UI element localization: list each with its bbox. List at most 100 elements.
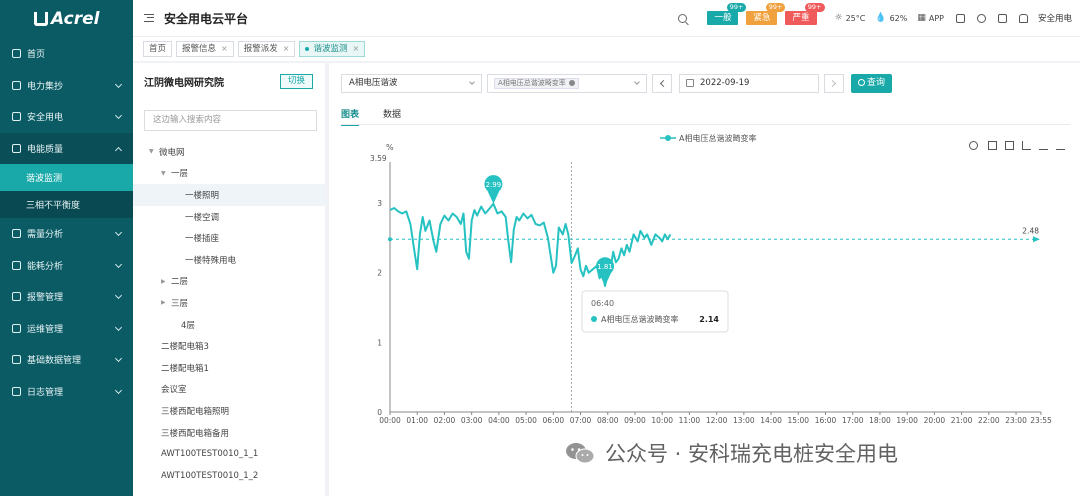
tree-node-label: 一层 <box>171 169 189 180</box>
sidebar-subitem-1[interactable]: 三相不平衡度 <box>0 191 133 218</box>
download-icon[interactable] <box>1056 141 1065 150</box>
app-root: Acrel 首页 电力集抄 安全用电 电能质量 谐波监测 三相不平衡度 需量分析 能耗分析 报警… <box>0 0 1080 496</box>
tree-node[interactable]: 一楼空调 <box>133 206 325 228</box>
zoom-reset-icon[interactable] <box>1005 141 1014 150</box>
sidebar-item-2[interactable]: 安全用电 <box>0 101 133 133</box>
sidebar-item-1[interactable]: 电力集抄 <box>0 70 133 102</box>
alarm-count: 99+ <box>726 3 747 12</box>
tree-node[interactable]: 三楼西配电箱备用 <box>133 422 325 444</box>
sidebar-item-7[interactable]: 运维管理 <box>0 313 133 345</box>
top-header: 安全用电云平台 一般 99+ 紧急 99+ 严重 99+ ☼ 25°C 💧 62% ▦ APP … <box>133 0 1080 36</box>
sidebar-item-6[interactable]: 报警管理 <box>0 281 133 313</box>
caret-down-icon[interactable]: ▼ <box>149 148 159 155</box>
tab-label: 报警派发 <box>243 44 278 54</box>
caret-down-icon[interactable]: ▼ <box>161 170 171 177</box>
sidebar-item-label: 安全用电 <box>27 113 64 124</box>
metric-chip[interactable]: A相电压总谐波畸变率 <box>494 78 579 89</box>
database-icon <box>12 355 21 365</box>
alarm-count: 99+ <box>765 3 786 12</box>
bar-chart-icon <box>12 260 21 270</box>
tree-node[interactable]: 三楼西配电箱照明 <box>133 400 325 422</box>
user-name[interactable]: 安全用电 <box>1038 12 1072 24</box>
alarm-label: 一般 <box>714 13 732 23</box>
sidebar-item-5[interactable]: 能耗分析 <box>0 250 133 282</box>
tree-node[interactable]: 会议室 <box>133 379 325 401</box>
tree-node[interactable]: AWT100TEST0010_1_1 <box>133 443 325 465</box>
chip-remove-icon[interactable] <box>568 80 575 86</box>
caret-right-icon[interactable]: ▶ <box>161 299 171 306</box>
bar-chart-icon[interactable] <box>1039 141 1048 150</box>
tree-search-input[interactable]: 这边输入搜索内容 <box>144 110 317 131</box>
tree-node[interactable]: 一楼照明 <box>133 184 325 206</box>
calendar-icon <box>686 79 694 87</box>
date-picker[interactable]: 2022-09-19 <box>679 74 819 93</box>
tree-node[interactable]: 4层 <box>133 314 325 336</box>
line-chart-icon[interactable] <box>1022 141 1031 150</box>
zoom-icon[interactable] <box>988 141 997 150</box>
chevron-down-icon <box>114 146 123 154</box>
tree-node[interactable]: ▼ 微电网 <box>133 141 325 163</box>
tree-node-label: 4层 <box>181 320 195 331</box>
tree-node[interactable]: ▶ 二层 <box>133 271 325 293</box>
tab-label: 谐波监测 <box>313 44 348 54</box>
page-tab-1[interactable]: 报警信息 × <box>176 41 234 57</box>
sun-icon: ☼ <box>834 13 843 23</box>
alarm-badge-0[interactable]: 一般 99+ <box>707 3 747 25</box>
temperature-value: 25°C <box>845 13 866 23</box>
caret-right-icon[interactable]: ▶ <box>161 278 171 285</box>
tree-node[interactable]: 一楼特殊用电 <box>133 249 325 271</box>
date-value: 2022-09-19 <box>700 78 750 88</box>
metric-chip-label: A相电压总谐波畸变率 <box>498 79 566 87</box>
param-select[interactable]: A相电压谐波 <box>341 74 482 93</box>
query-button[interactable]: 查询 <box>851 74 893 93</box>
tree-node-label: 二层 <box>171 277 189 288</box>
tree-node-label: 一楼特殊用电 <box>185 255 237 266</box>
page-tab-2[interactable]: 报警派发 × <box>237 41 296 57</box>
close-icon[interactable]: × <box>283 42 290 56</box>
close-icon[interactable]: × <box>221 42 228 56</box>
sidebar-subitem-0[interactable]: 谐波监测 <box>0 164 133 191</box>
sidebar-item-label: 电力集抄 <box>27 81 64 92</box>
screen-icon[interactable] <box>997 13 1007 23</box>
chevron-down-icon <box>114 80 123 88</box>
sidebar-item-3[interactable]: 电能质量 <box>0 132 133 164</box>
menu-toggle-icon[interactable] <box>144 14 154 22</box>
monitor-icon <box>12 143 21 153</box>
temperature-display: ☼ 25°C <box>835 13 866 23</box>
app-link[interactable]: ▦ APP <box>917 13 944 23</box>
switch-button[interactable]: 切换 <box>279 74 313 89</box>
sidebar-item-9[interactable]: 日志管理 <box>0 376 133 408</box>
sidebar-item-label: 能耗分析 <box>27 261 64 272</box>
param-select-value: A相电压谐波 <box>349 78 398 88</box>
active-dot-icon <box>305 47 310 51</box>
chevron-down-icon <box>114 291 123 300</box>
prev-date-button[interactable] <box>652 74 672 93</box>
brand-logo[interactable]: Acrel <box>0 0 133 38</box>
watermark: 公众号 · 安科瑞充电桩安全用电 <box>565 438 898 468</box>
tree-node[interactable]: ▶ 三层 <box>133 292 325 314</box>
droplet-icon: 💧 <box>875 13 887 23</box>
shirt-icon[interactable] <box>1018 13 1028 23</box>
metric-select[interactable]: A相电压总谐波畸变率 <box>487 74 647 93</box>
alarm-badge-1[interactable]: 紧急 99+ <box>746 3 786 25</box>
fullscreen-icon[interactable] <box>955 13 965 23</box>
close-icon[interactable]: × <box>352 42 359 56</box>
brand-name: Acrel <box>51 9 100 29</box>
sidebar-item-8[interactable]: 基础数据管理 <box>0 344 133 376</box>
page-tab-0[interactable]: 首页 <box>143 41 173 57</box>
help-icon[interactable] <box>976 13 986 23</box>
sidebar-item-4[interactable]: 需量分析 <box>0 218 133 250</box>
tree-node[interactable]: 二楼配电箱3 <box>133 335 325 357</box>
tree-node[interactable]: 二楼配电箱1 <box>133 357 325 379</box>
tree-node[interactable]: ▼ 一层 <box>133 163 325 185</box>
alarm-badge-2[interactable]: 严重 99+ <box>785 3 825 25</box>
search-icon[interactable] <box>678 13 688 23</box>
page-tab-3[interactable]: 谐波监测 × <box>299 41 366 57</box>
tree-node[interactable]: AWT100TEST0010_1_2 <box>133 465 325 487</box>
tree-node[interactable]: 一楼插座 <box>133 227 325 249</box>
next-date-button[interactable] <box>824 74 844 93</box>
tree-node-label: 三楼西配电箱照明 <box>161 406 230 417</box>
device-tree-panel: 江阴微电网研究院 切换 这边输入搜索内容 ▼ 微电网 ▼ 一层 一楼照明 一楼空调 一楼插座… <box>133 63 325 496</box>
sidebar-item-0[interactable]: 首页 <box>0 38 133 70</box>
refresh-icon[interactable] <box>969 141 978 150</box>
